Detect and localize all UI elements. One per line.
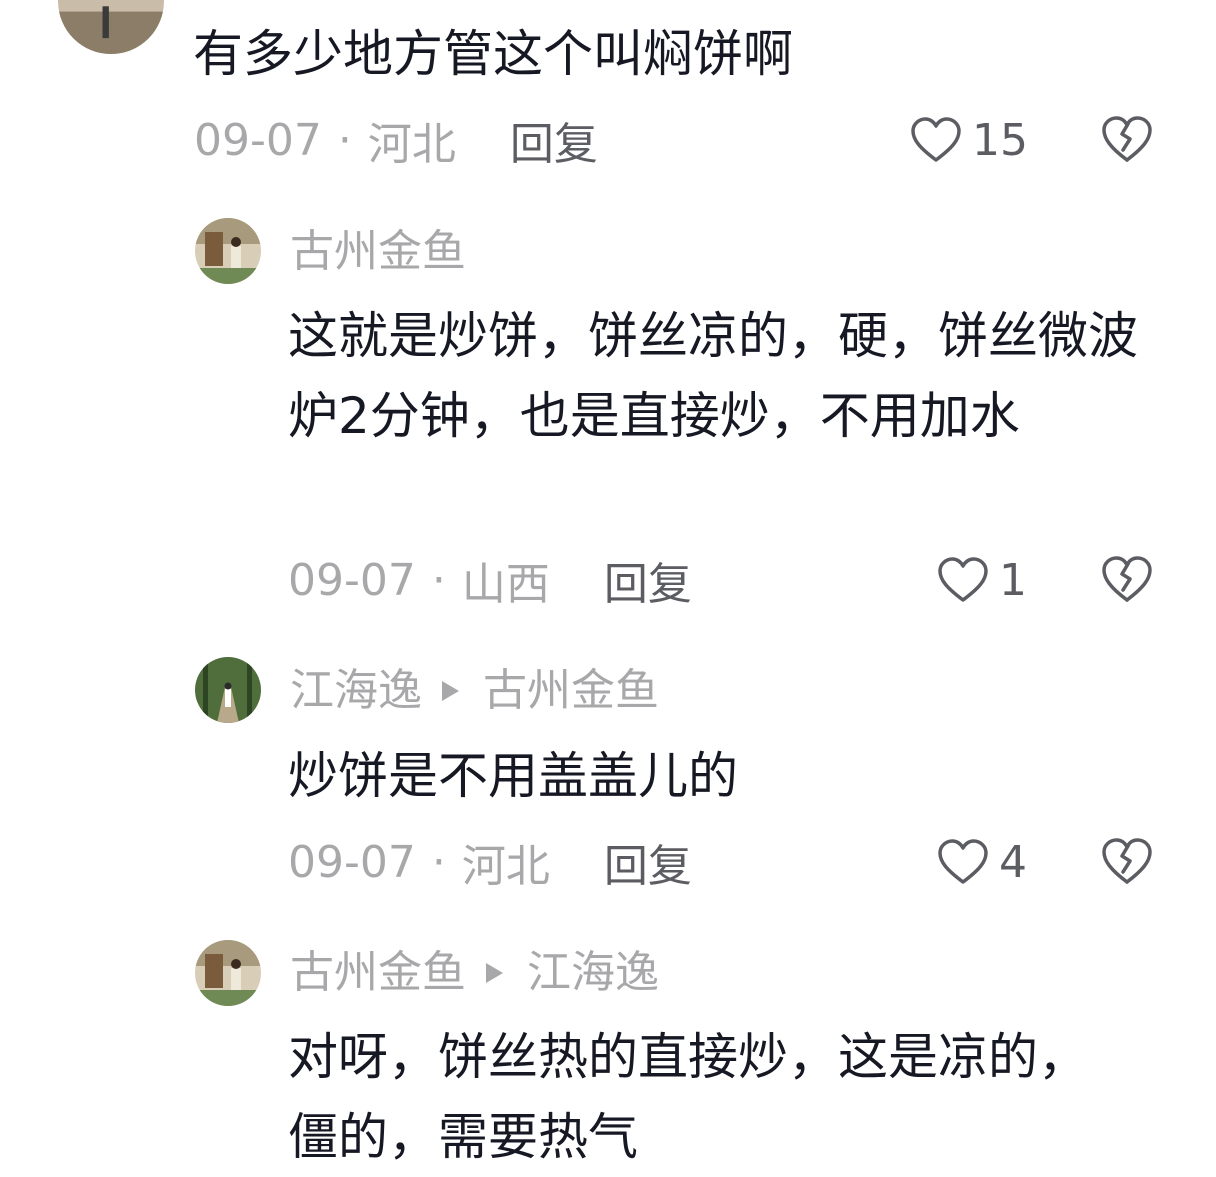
reply-button[interactable]: 回复 — [604, 548, 692, 612]
comment-text: 这就是炒饼，饼丝凉的，硬，饼丝微波炉2分钟，也是直接炒，不用加水 — [288, 307, 1138, 445]
broken-heart-icon — [1102, 116, 1152, 162]
heart-outline-icon — [938, 839, 988, 884]
comment-meta: 09-07 · 河北 回复 — [288, 830, 692, 894]
avatar[interactable] — [195, 657, 261, 723]
avatar[interactable] — [58, 0, 164, 54]
reply-button[interactable]: 回复 — [604, 830, 692, 894]
avatar-image — [195, 940, 261, 1006]
comment-text: 对呀，饼丝热的直接炒，这是凉的，僵的，需要热气 — [288, 1028, 1088, 1166]
author-name: 古州金鱼 江海逸 — [290, 945, 659, 1001]
avatar-image — [195, 218, 261, 284]
avatar[interactable] — [195, 218, 261, 284]
meta-separator: · — [431, 554, 446, 606]
like-count: 1 — [999, 554, 1027, 606]
like-button[interactable]: 15 — [910, 110, 1028, 170]
author-link[interactable]: 江海逸 — [290, 663, 422, 719]
comment-meta: 09-07 · 河北 回复 — [194, 108, 598, 172]
reply-button[interactable]: 回复 — [510, 108, 598, 172]
comment-text: 炒饼是不用盖盖儿的 — [288, 747, 738, 805]
author-link[interactable]: 古州金鱼 — [290, 945, 466, 1001]
like-count: 15 — [972, 114, 1028, 166]
avatar-image — [58, 0, 164, 54]
meta-separator: · — [431, 836, 446, 888]
comment-location: 河北 — [367, 119, 456, 170]
author-name[interactable]: 古州金鱼 — [290, 224, 466, 280]
reply-to-name[interactable]: 江海逸 — [527, 945, 659, 1001]
comment-date: 09-07 — [194, 114, 322, 166]
comment-meta: 09-07 · 山西 回复 — [288, 548, 692, 612]
like-button[interactable]: 1 — [937, 550, 1027, 610]
comment-location: 山西 — [461, 559, 550, 610]
comment-date: 09-07 — [288, 554, 416, 606]
dislike-button[interactable] — [1101, 836, 1153, 886]
meta-separator: · — [337, 114, 352, 166]
heart-outline-icon — [911, 117, 961, 162]
like-button[interactable]: 4 — [937, 832, 1027, 892]
like-count: 4 — [999, 836, 1027, 888]
triangle-right-icon — [486, 963, 503, 983]
comment-text: 有多少地方管这个叫焖饼啊 — [193, 25, 793, 83]
broken-heart-icon — [1102, 838, 1152, 884]
author-name: 江海逸 古州金鱼 — [290, 663, 659, 719]
reply-to-name[interactable]: 古州金鱼 — [483, 663, 659, 719]
avatar-image — [195, 657, 261, 723]
comment-thread: 有多少地方管这个叫焖饼啊 09-07 · 河北 回复 15 古州金鱼 这就是炒饼 — [0, 0, 1216, 1166]
triangle-right-icon — [442, 681, 459, 701]
comment-location: 河北 — [461, 841, 550, 892]
dislike-button[interactable] — [1101, 114, 1153, 164]
avatar[interactable] — [195, 940, 261, 1006]
dislike-button[interactable] — [1101, 554, 1153, 604]
heart-outline-icon — [938, 557, 988, 602]
comment-date: 09-07 — [288, 836, 416, 888]
broken-heart-icon — [1102, 556, 1152, 602]
